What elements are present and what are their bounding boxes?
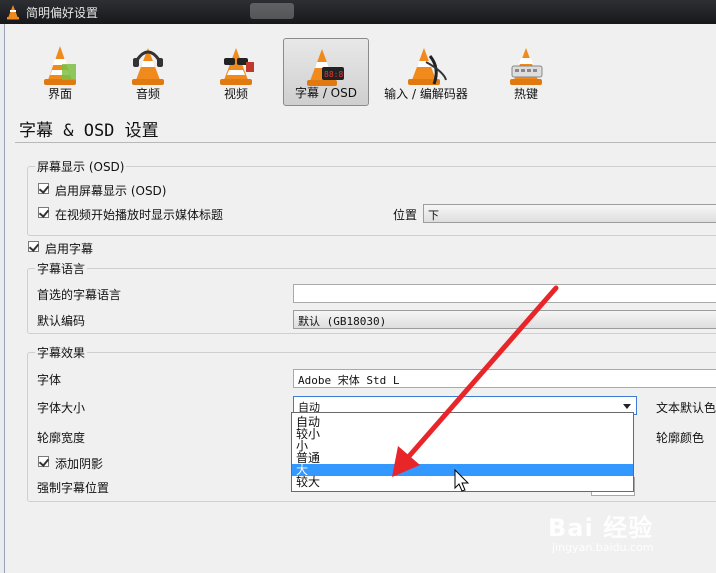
default-encoding-select[interactable]: 默认 (GB18030) [293,310,716,329]
osd-group-title: 屏幕显示 (OSD) [35,158,127,175]
watermark-logo: Bai 经验 [548,514,654,542]
font-size-option[interactable]: 较大 [292,476,633,488]
svg-text:88:8: 88:8 [324,70,343,79]
font-size-option[interactable]: 普通 [292,452,633,464]
cone-clock-icon: 88:8 [307,49,344,86]
preferred-language-label: 首选的字幕语言 [37,288,122,302]
add-shadow-checkbox[interactable] [38,456,49,467]
title-divider [15,142,716,143]
cone-glasses-icon [220,48,254,85]
tab-subtitles-osd[interactable]: 88:8 字幕 / OSD [283,38,369,106]
font-size-option[interactable]: 小 [292,440,633,452]
font-label: 字体 [37,373,62,387]
position-label: 位置 [393,208,418,222]
window-title: 简明偏好设置 [26,6,99,20]
subtitle-effects-group-title: 字幕效果 [35,344,88,361]
baidu-watermark: Bai 经验 jingyan.baidu.com [548,508,654,554]
show-media-title-label: 在视频开始播放时显示媒体标题 [55,208,224,222]
tab-label: 字幕 / OSD [295,86,357,100]
cone-headphones-icon [132,48,164,85]
enable-osd-checkbox[interactable] [38,183,49,194]
position-value: 下 [428,209,439,222]
tab-label: 音频 [135,87,160,101]
tab-label: 输入 / 编解码器 [384,87,468,101]
preferred-language-input[interactable] [293,284,716,303]
page-title: 字幕 & OSD 设置 [19,121,159,141]
position-select[interactable]: 下 [423,204,716,223]
cone-interface-icon [44,46,76,85]
tab-interface[interactable]: 界面 [17,38,103,106]
enable-subtitles-checkbox[interactable] [28,241,39,252]
preferences-window: 界面 音频 视频 88:8 字幕 / OSD 输入 / 编解码器 热键 字幕 &… [4,24,716,573]
tab-label: 界面 [47,87,72,101]
font-input[interactable]: Adobe 宋体 Std L [293,369,716,388]
enable-subtitles-label: 启用字幕 [45,242,94,256]
font-size-dropdown-list: 自动 较小 小 普通 大 较大 [291,412,634,492]
title-bar: 简明偏好设置 [0,0,716,24]
watermark-url: jingyan.baidu.com [552,541,654,554]
tab-input-codecs[interactable]: 输入 / 编解码器 [371,38,481,106]
cone-cable-icon [408,48,447,85]
osd-group [27,166,716,236]
font-size-option[interactable]: 较小 [292,428,633,440]
category-toolbar: 界面 音频 视频 88:8 字幕 / OSD 输入 / 编解码器 热键 [5,24,716,112]
subtitle-language-group-title: 字幕语言 [35,260,88,277]
tab-video[interactable]: 视频 [193,38,279,106]
outline-color-label: 轮廓颜色 [656,431,705,445]
force-position-label: 强制字幕位置 [37,481,110,495]
enable-osd-label: 启用屏幕显示 (OSD) [55,184,167,198]
font-size-option[interactable]: 自动 [292,416,633,428]
font-size-option-highlighted[interactable]: 大 [292,464,633,476]
text-default-color-label: 文本默认色 [656,401,716,415]
tab-audio[interactable]: 音频 [105,38,191,106]
cone-keyboard-icon [510,48,543,85]
font-size-label: 字体大小 [37,401,86,415]
tab-hotkeys[interactable]: 热键 [483,38,569,106]
add-shadow-label: 添加阴影 [55,457,104,471]
default-encoding-label: 默认编码 [37,314,86,328]
titlebar-highlight [250,3,294,19]
default-encoding-value: 默认 (GB18030) [298,315,387,328]
chevron-down-icon [623,404,631,409]
show-media-title-checkbox[interactable] [38,207,49,218]
tab-label: 热键 [513,87,538,101]
vlc-cone-icon [7,5,19,20]
tab-label: 视频 [223,87,248,101]
outline-width-label: 轮廓宽度 [37,431,86,445]
